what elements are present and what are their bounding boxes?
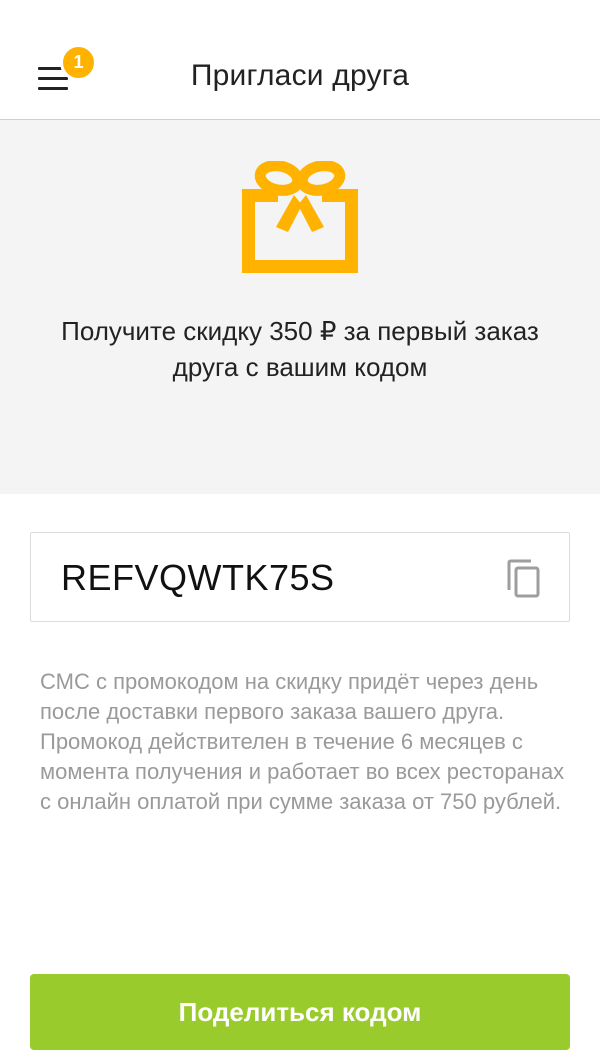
info-text: СМС с промокодом на скидку придёт через … bbox=[40, 669, 565, 814]
gift-icon bbox=[242, 161, 358, 273]
app-header: 1 Пригласи друга bbox=[0, 0, 600, 120]
share-code-button[interactable]: Поделиться кодом bbox=[30, 974, 570, 1050]
page-title: Пригласи друга bbox=[190, 59, 410, 92]
copy-icon bbox=[507, 559, 540, 598]
promo-code-value: REFVQWTK75S bbox=[61, 557, 335, 598]
copy-code-button[interactable] bbox=[505, 557, 545, 601]
promo-code-box: REFVQWTK75S bbox=[30, 532, 570, 622]
hero-section: Получите скидку 350 ₽ за первый заказ др… bbox=[0, 120, 600, 494]
hero-text: Получите скидку 350 ₽ за первый заказ др… bbox=[61, 316, 539, 382]
